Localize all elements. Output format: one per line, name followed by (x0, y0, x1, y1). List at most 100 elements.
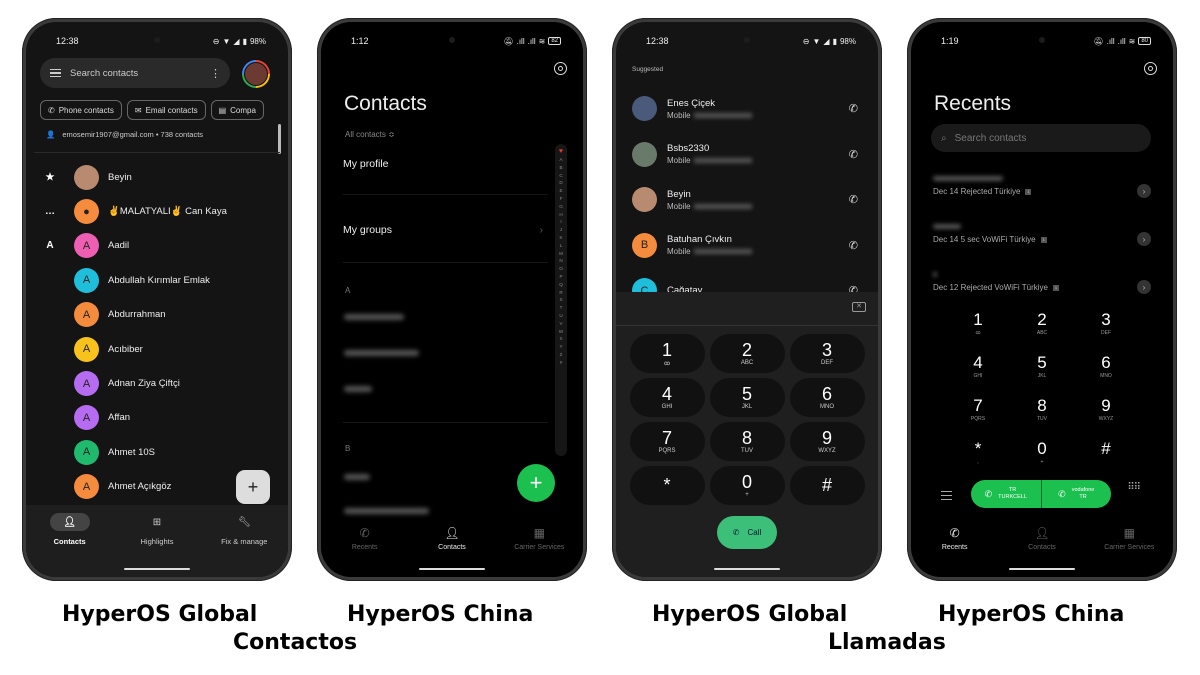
nav-contacts[interactable]: 👤︎ Contacts (1002, 526, 1082, 551)
nav-contacts[interactable]: 👤︎ Contacts (30, 513, 110, 577)
menu-icon[interactable] (941, 488, 952, 503)
suggested-contact[interactable]: Beyin Mobile ✆ (616, 177, 878, 223)
alphabet-letter[interactable]: G (559, 203, 563, 211)
home-indicator[interactable] (1009, 568, 1075, 570)
dial-key-*[interactable]: *, (946, 439, 1010, 476)
settings-icon[interactable] (554, 62, 567, 75)
contact-blurred[interactable] (344, 350, 419, 356)
dial-key-3[interactable]: 3 DEF (1074, 310, 1138, 347)
contact-row[interactable]: A Abdullah Kırımlar Emlak (26, 263, 288, 297)
alphabet-letter[interactable]: U (559, 312, 562, 320)
dial-key-7[interactable]: 7 PQRS (629, 422, 705, 461)
add-contact-button[interactable]: + (236, 470, 270, 504)
nav-recents[interactable]: ✆ Recents (915, 526, 995, 551)
dial-key-5[interactable]: 5 JKL (1010, 353, 1074, 390)
alphabet-letter[interactable]: B (559, 164, 562, 172)
backspace-icon[interactable]: ✕ (852, 302, 866, 312)
recent-call-row[interactable]: Dec 14 5 sec VoWiFi Türkiye 1 › (911, 224, 1173, 268)
alphabet-letter[interactable]: D (559, 179, 562, 187)
chevron-right-icon[interactable]: › (1137, 232, 1151, 246)
alphabet-letter[interactable]: S (559, 296, 562, 304)
nav-contacts[interactable]: 👤︎ Contacts (412, 526, 492, 551)
nav-carrier-services[interactable]: ▦ Carrier Services (499, 526, 579, 551)
dial-key-1[interactable]: 1ꝏ (946, 310, 1010, 347)
alphabet-index[interactable]: ♥ A B C D E F G H I J K L M N O P Q R S T U V W X Y Z # (555, 144, 567, 456)
call-icon[interactable]: ✆ (849, 193, 858, 206)
add-contact-button[interactable]: + (517, 464, 555, 502)
alphabet-letter[interactable]: A (559, 156, 562, 164)
alphabet-letter[interactable]: V (559, 320, 562, 328)
my-profile-link[interactable]: My profile (343, 158, 543, 170)
alphabet-letter[interactable]: H (559, 211, 562, 219)
nav-recents[interactable]: ✆ Recents (325, 526, 405, 551)
dial-key-8[interactable]: 8 TUV (1010, 396, 1074, 433)
dial-key-#[interactable]: # (789, 466, 865, 505)
contact-row[interactable]: A Affan (26, 401, 288, 435)
contact-row[interactable]: A A Aadil (26, 229, 288, 263)
dial-key-2[interactable]: 2 ABC (709, 334, 785, 373)
alphabet-letter[interactable]: Z (560, 351, 563, 359)
alphabet-letter[interactable]: M (559, 250, 563, 258)
alphabet-letter[interactable]: W (559, 328, 563, 336)
call-icon[interactable]: ✆ (849, 239, 858, 252)
filter-chip[interactable]: ▤ Compa (210, 100, 264, 120)
dial-key-9[interactable]: 9 WXYZ (1074, 396, 1138, 433)
alphabet-letter[interactable]: E (559, 187, 562, 195)
contact-row[interactable]: A Adnan Ziya Çiftçi (26, 366, 288, 400)
home-indicator[interactable] (714, 568, 780, 570)
contact-blurred[interactable] (344, 474, 370, 480)
alphabet-letter[interactable]: J (560, 226, 562, 234)
alphabet-letter[interactable]: L (560, 242, 563, 250)
menu-icon[interactable] (50, 67, 61, 80)
scrollbar[interactable] (278, 124, 281, 154)
settings-icon[interactable] (1144, 62, 1157, 75)
dial-key-0[interactable]: 0 + (709, 466, 785, 505)
alphabet-letter[interactable]: R (559, 289, 562, 297)
suggested-contact[interactable]: B Batuhan Çıvkın Mobile ✆ (616, 223, 878, 269)
call-button[interactable]: ✆ Call (717, 516, 777, 549)
dial-key-2[interactable]: 2 ABC (1010, 310, 1074, 347)
dial-key-6[interactable]: 6 MNO (789, 378, 865, 417)
alphabet-letter[interactable]: P (559, 273, 562, 281)
search-bar[interactable]: Search contacts ⋮ (40, 58, 230, 88)
alphabet-letter[interactable]: C (559, 172, 562, 180)
suggested-contact[interactable]: Bsbs2330 Mobile ✆ (616, 132, 878, 178)
home-indicator[interactable] (419, 568, 485, 570)
alphabet-letter[interactable]: X (559, 335, 562, 343)
search-bar[interactable]: ⌕ Search contacts (931, 124, 1151, 152)
chevron-right-icon[interactable]: › (1137, 280, 1151, 294)
more-options-icon[interactable]: ⋮ (210, 67, 221, 80)
alphabet-letter[interactable]: F (560, 195, 563, 203)
alphabet-letter[interactable]: T (560, 304, 563, 312)
dial-key-0[interactable]: 0 + (1010, 439, 1074, 476)
call-icon[interactable]: ✆ (849, 102, 858, 115)
dial-key-9[interactable]: 9 WXYZ (789, 422, 865, 461)
favorites-heart-icon[interactable]: ♥ (559, 148, 563, 156)
alphabet-letter[interactable]: N (559, 257, 562, 265)
contact-row[interactable]: A Acıbiber (26, 332, 288, 366)
alphabet-letter[interactable]: K (559, 234, 562, 242)
home-indicator[interactable] (124, 568, 190, 570)
contact-blurred[interactable] (344, 314, 404, 320)
dial-key-1[interactable]: 1ꝏ (629, 334, 705, 373)
suggested-contact[interactable]: Enes Çiçek Mobile ✆ (616, 86, 878, 132)
alphabet-letter[interactable]: O (559, 265, 563, 273)
dial-key-*[interactable]: * (629, 466, 705, 505)
recent-call-row[interactable]: Dec 14 Rejected Türkiye 1 › (911, 176, 1173, 220)
my-groups-link[interactable]: My groups › (343, 224, 543, 236)
alphabet-letter[interactable]: I (560, 218, 561, 226)
contact-blurred[interactable] (344, 386, 372, 392)
dial-key-7[interactable]: 7 PQRS (946, 396, 1010, 433)
dial-key-3[interactable]: 3 DEF (789, 334, 865, 373)
number-input[interactable]: ✕ (616, 292, 878, 326)
dial-key-5[interactable]: 5 JKL (709, 378, 785, 417)
alphabet-letter[interactable]: Y (559, 343, 562, 351)
alphabet-letter[interactable]: # (560, 359, 563, 367)
filter-chip[interactable]: ✆ Phone contacts (40, 100, 122, 120)
contact-row[interactable]: ★ Beyin (26, 160, 288, 194)
contact-row[interactable]: A Ahmet 10S (26, 435, 288, 469)
nav-fix-manage[interactable]: 🔧︎ Fix & manage (204, 513, 284, 577)
dial-key-4[interactable]: 4 GHI (946, 353, 1010, 390)
call-sim1-button[interactable]: ✆ TR TURKCELL (971, 480, 1042, 508)
contacts-filter-dropdown[interactable]: All contacts ≎ (345, 130, 395, 139)
